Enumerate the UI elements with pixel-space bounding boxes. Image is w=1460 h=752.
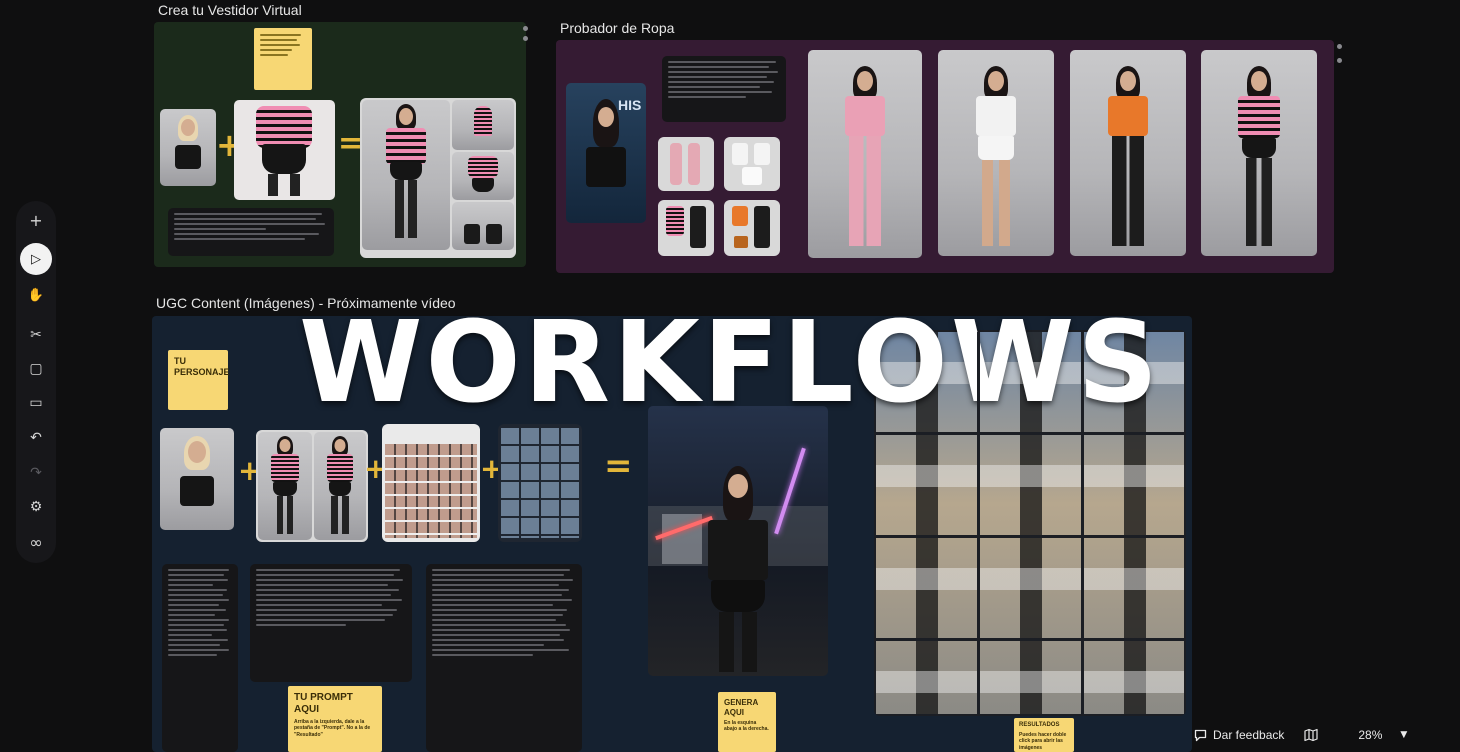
note-title: RESULTADOS [1019, 722, 1060, 728]
map-icon[interactable] [1304, 728, 1318, 742]
character-image[interactable] [160, 109, 216, 186]
outfit-image[interactable] [234, 100, 335, 200]
plus-icon[interactable]: + [20, 204, 52, 236]
group-probador[interactable]: HIS [556, 40, 1342, 273]
group-title-probador[interactable]: Probador de Ropa [560, 20, 674, 36]
sticky-note-genera[interactable]: GENERA AQUI En la esquina abajo a la der… [718, 692, 776, 752]
result-image-white[interactable] [938, 50, 1054, 256]
group-vestidor[interactable]: + = [154, 22, 528, 267]
output-port[interactable] [1337, 58, 1342, 63]
result-image-orange[interactable] [1070, 50, 1186, 256]
note-title: GENERA AQUI [724, 698, 758, 717]
chevron-down-icon[interactable]: ▼ [1400, 730, 1407, 740]
zoom-level[interactable]: 28% [1358, 728, 1382, 742]
result-grid[interactable] [360, 98, 516, 258]
locations-reference-grid[interactable] [498, 424, 582, 542]
bottom-bar: Dar feedback 28% ▼ [1190, 718, 1460, 752]
character-image[interactable]: HIS [566, 83, 646, 223]
note-body: Arriba a la izquierda, dale a la pestaña… [294, 719, 371, 738]
feedback-icon [1194, 729, 1207, 741]
result-image-striped[interactable] [1201, 50, 1317, 256]
sticky-note-resultados[interactable]: RESULTADOS Puedes hacer doble click para… [1014, 718, 1074, 752]
prompt-editor-node[interactable] [250, 564, 412, 682]
sticky-note-prompt[interactable]: TU PROMPT AQUI Arriba a la izquierda, da… [288, 686, 382, 752]
cursor-icon[interactable]: ▷ [20, 243, 52, 275]
note-body: Puedes hacer doble click para abrir las … [1019, 732, 1067, 751]
results-grid[interactable] [874, 330, 1186, 716]
output-port[interactable] [523, 36, 528, 41]
sticky-note[interactable] [254, 28, 312, 90]
overlay-title: WORKFLOWS [298, 298, 1162, 428]
note-body: En la esquina abajo a la derecha. [724, 720, 769, 733]
garment-tile[interactable] [658, 137, 714, 191]
garment-tile[interactable] [658, 200, 714, 256]
result-image-pink[interactable] [808, 50, 922, 258]
text-node[interactable] [162, 564, 238, 752]
outfit-grid[interactable] [256, 430, 368, 542]
text-node[interactable] [168, 208, 334, 256]
garment-tile[interactable] [724, 137, 780, 191]
faces-reference-grid[interactable] [382, 424, 480, 542]
output-port[interactable] [523, 26, 528, 31]
equals-operator: = [604, 446, 633, 486]
prompt-text-node[interactable] [662, 56, 786, 122]
generated-image[interactable] [648, 406, 828, 676]
note-title: TU PROMPT AQUI [294, 692, 353, 715]
group-title-vestidor[interactable]: Crea tu Vestidor Virtual [158, 2, 302, 18]
feedback-label: Dar feedback [1213, 728, 1285, 742]
character-image[interactable] [160, 428, 234, 530]
feedback-button[interactable]: Dar feedback [1194, 728, 1284, 742]
redo-icon[interactable]: ↷ [20, 457, 52, 489]
text-node[interactable] [426, 564, 582, 752]
garment-tile[interactable] [724, 200, 780, 256]
gear-icon[interactable]: ⚙ [20, 491, 52, 523]
output-port[interactable] [1337, 44, 1342, 49]
link-icon[interactable]: ∞ [20, 526, 52, 558]
